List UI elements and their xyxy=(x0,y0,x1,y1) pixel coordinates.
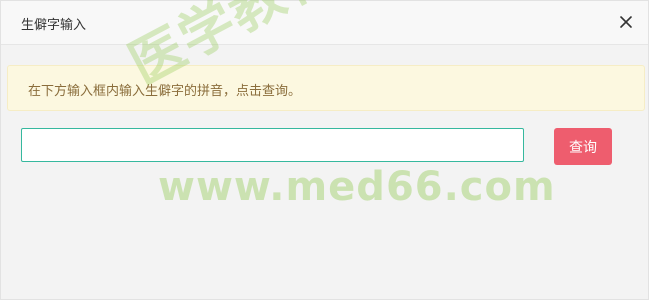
dialog-header: 生僻字输入 xyxy=(1,1,648,45)
pinyin-input-wrapper xyxy=(21,128,524,162)
close-icon[interactable] xyxy=(618,14,634,30)
query-button[interactable]: 查询 xyxy=(554,128,612,165)
close-icon-glyph xyxy=(620,16,632,28)
instruction-text: 在下方输入框内输入生僻字的拼音，点击查询。 xyxy=(28,84,302,99)
instruction-alert: 在下方输入框内输入生僻字的拼音，点击查询。 xyxy=(7,65,645,111)
pinyin-input[interactable] xyxy=(21,128,524,162)
rare-character-input-dialog: 生僻字输入 在下方输入框内输入生僻字的拼音，点击查询。 查询 xyxy=(0,0,649,300)
dialog-title: 生僻字输入 xyxy=(21,18,87,33)
